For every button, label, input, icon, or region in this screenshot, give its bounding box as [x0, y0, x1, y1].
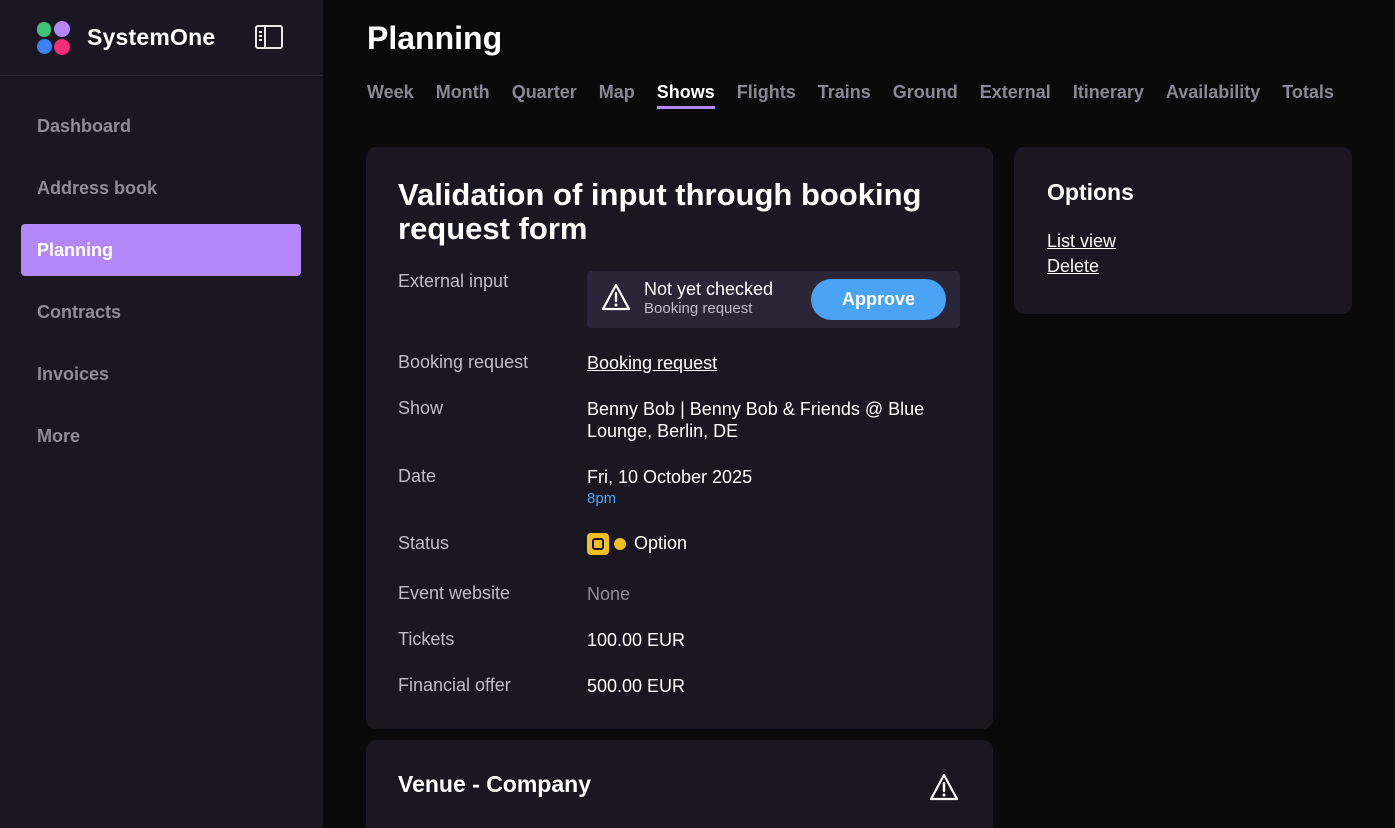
- show-details-card: Validation of input through booking requ…: [366, 147, 993, 729]
- date-value: Fri, 10 October 2025: [587, 467, 753, 487]
- list-view-link[interactable]: List view: [1047, 231, 1116, 252]
- booking-request-link[interactable]: Booking request: [587, 352, 717, 374]
- systemone-logo: [37, 20, 71, 55]
- tickets-value: 100.00 EUR: [587, 630, 686, 650]
- financial-offer-label: Financial offer: [398, 675, 511, 695]
- status-dot-icon: [614, 538, 626, 551]
- sidebar-item-dashboard[interactable]: Dashboard: [21, 100, 301, 152]
- warning-icon: [601, 283, 631, 311]
- venue-warning-icon: [929, 773, 959, 801]
- sidebar-item-planning[interactable]: Planning: [21, 224, 301, 276]
- tab-trains[interactable]: Trains: [818, 82, 871, 109]
- event-website-label: Event website: [398, 583, 511, 603]
- tab-itinerary[interactable]: Itinerary: [1073, 82, 1144, 109]
- tab-availability[interactable]: Availability: [1166, 82, 1260, 109]
- external-input-source: Booking request: [644, 300, 753, 317]
- tab-flights[interactable]: Flights: [737, 82, 796, 109]
- sidebar-item-address-book[interactable]: Address book: [21, 162, 301, 214]
- show-value: Benny Bob | Benny Bob & Friends @ Blue L…: [587, 399, 925, 441]
- external-input-panel: Not yet checked Booking request Approve: [587, 271, 960, 328]
- date-label: Date: [398, 466, 437, 486]
- booking-request-label: Booking request: [398, 352, 529, 372]
- delete-link[interactable]: Delete: [1047, 256, 1099, 277]
- option-status-icon: [587, 533, 609, 556]
- status-value: Option: [634, 533, 688, 553]
- sidebar: SystemOne Dashboard Address book Plannin…: [0, 0, 323, 828]
- status-value-row: Option: [587, 532, 688, 556]
- venue-title: Venue - Company: [398, 771, 591, 797]
- show-time: 8pm: [587, 490, 617, 507]
- sidebar-toggle-icon[interactable]: [255, 25, 283, 49]
- tab-totals[interactable]: Totals: [1282, 82, 1334, 109]
- external-input-label: External input: [398, 271, 509, 291]
- tab-external[interactable]: External: [980, 82, 1051, 109]
- status-label: Status: [398, 533, 450, 553]
- options-title: Options: [1047, 179, 1134, 205]
- show-label: Show: [398, 398, 444, 418]
- tab-shows[interactable]: Shows: [656, 82, 715, 109]
- brand-header: SystemOne: [0, 0, 323, 76]
- card-title: Validation of input through booking requ…: [398, 177, 922, 246]
- sidebar-item-more[interactable]: More: [21, 410, 301, 462]
- tickets-label: Tickets: [398, 629, 455, 649]
- venue-card: Venue - Company: [366, 740, 993, 828]
- tab-ground[interactable]: Ground: [893, 82, 958, 109]
- sidebar-item-invoices[interactable]: Invoices: [21, 348, 301, 400]
- external-input-status: Not yet checked: [644, 279, 774, 299]
- approve-button[interactable]: Approve: [811, 279, 946, 320]
- tab-map[interactable]: Map: [599, 82, 635, 109]
- tab-quarter[interactable]: Quarter: [512, 82, 577, 109]
- brand-name: SystemOne: [87, 24, 216, 50]
- sidebar-nav: Dashboard Address book Planning Contract…: [21, 100, 301, 472]
- page-title: Planning: [367, 20, 503, 56]
- tab-month[interactable]: Month: [436, 82, 490, 109]
- event-website-value: None: [587, 584, 631, 604]
- tab-week[interactable]: Week: [367, 82, 414, 109]
- sidebar-item-contracts[interactable]: Contracts: [21, 286, 301, 338]
- financial-offer-value: 500.00 EUR: [587, 676, 686, 696]
- planning-tabs: Week Month Quarter Map Shows Flights Tra…: [367, 82, 1356, 109]
- options-card: Options List view Delete: [1014, 147, 1352, 314]
